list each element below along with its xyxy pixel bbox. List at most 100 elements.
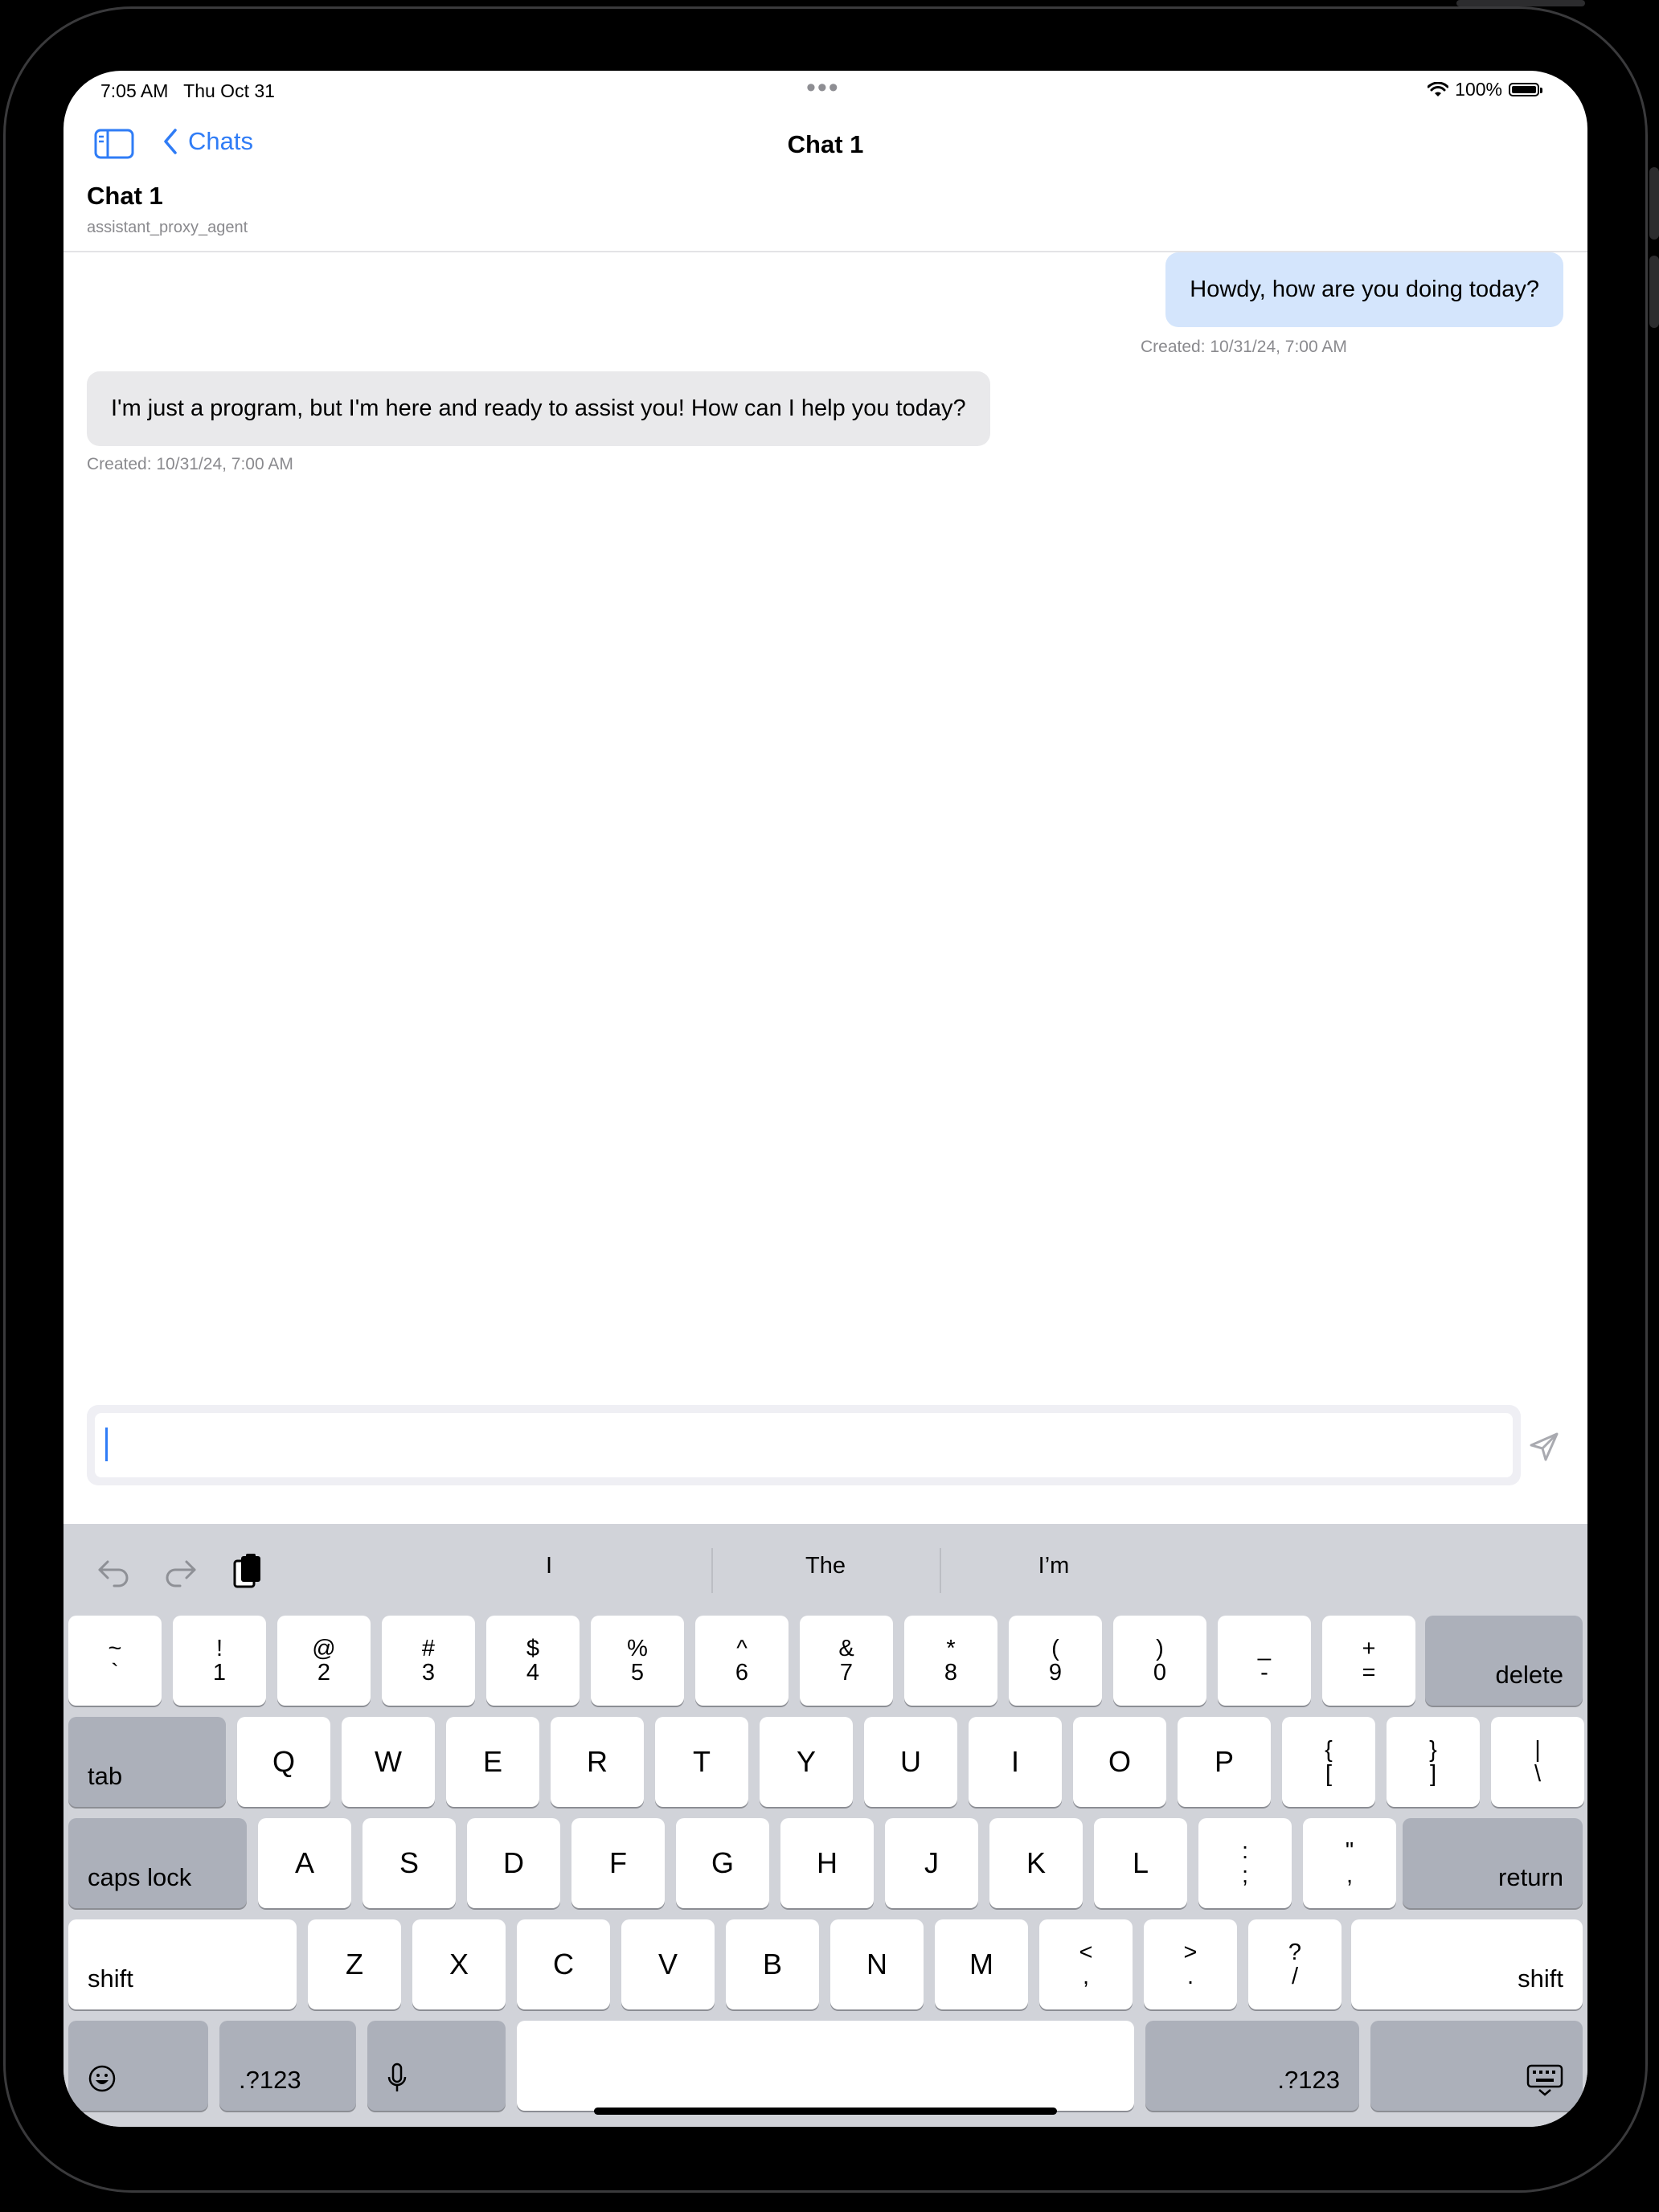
key-number-1[interactable]: ! 1 xyxy=(173,1616,266,1706)
key-letter-i[interactable]: I xyxy=(969,1717,1062,1807)
status-bar-time: 7:05 AM Thu Oct 31 xyxy=(100,80,275,102)
battery-icon xyxy=(1509,83,1542,96)
tab-key[interactable]: tab xyxy=(68,1717,226,1807)
key-letter-s[interactable]: S xyxy=(363,1818,456,1908)
numbers-key-left[interactable]: .?123 xyxy=(219,2021,356,2111)
key-number-2[interactable]: @2 xyxy=(277,1616,371,1706)
key-letter-w[interactable]: W xyxy=(342,1717,435,1807)
key-number-4[interactable]: $4 xyxy=(486,1616,580,1706)
assistant-message-bubble: I'm just a program, but I'm here and rea… xyxy=(87,371,990,446)
dismiss-keyboard-key[interactable] xyxy=(1370,2021,1583,2111)
paste-icon[interactable] xyxy=(227,1551,268,1591)
key-punct-0[interactable]: :; xyxy=(1198,1818,1292,1908)
key-label: ", xyxy=(1345,1837,1354,1887)
key-number-8[interactable]: * 8 xyxy=(904,1616,997,1706)
key-shift-symbol: " xyxy=(1345,1837,1354,1864)
key-letter-a[interactable]: A xyxy=(258,1818,351,1908)
key-number-10[interactable]: ) 0 xyxy=(1113,1616,1206,1706)
key-letter-o[interactable]: O xyxy=(1073,1717,1166,1807)
key-label: ^ 6 xyxy=(735,1636,748,1685)
key-letter-f[interactable]: F xyxy=(571,1818,665,1908)
key-number-7[interactable]: & 7 xyxy=(800,1616,893,1706)
key-letter-g[interactable]: G xyxy=(676,1818,769,1908)
key-symbol-1[interactable]: }] xyxy=(1387,1717,1480,1807)
key-label: W xyxy=(375,1745,402,1778)
key-symbol-0[interactable]: {[ xyxy=(1282,1717,1375,1807)
microphone-icon xyxy=(387,2062,407,2091)
key-base-symbol: \ xyxy=(1534,1761,1542,1787)
key-letter-c[interactable]: C xyxy=(517,1919,610,2009)
key-base-symbol: 7 xyxy=(839,1660,854,1686)
key-symbol-row4-0[interactable]: <, xyxy=(1039,1919,1133,2009)
caps-lock-key[interactable]: caps lock xyxy=(68,1818,247,1908)
key-base-symbol: 3 xyxy=(421,1660,436,1686)
multitasking-dots[interactable]: ••• xyxy=(806,72,840,104)
key-label: X xyxy=(449,1948,469,1981)
key-punct-1[interactable]: ", xyxy=(1303,1818,1396,1908)
key-letter-l[interactable]: L xyxy=(1094,1818,1187,1908)
emoji-key[interactable] xyxy=(68,2021,208,2111)
dictation-key[interactable] xyxy=(367,2021,506,2111)
send-icon[interactable] xyxy=(1528,1431,1560,1463)
key-letter-y[interactable]: Y xyxy=(760,1717,853,1807)
key-symbol-row4-1[interactable]: >. xyxy=(1144,1919,1237,2009)
key-letter-m[interactable]: M xyxy=(935,1919,1028,2009)
key-label: J xyxy=(924,1846,939,1879)
key-letter-j[interactable]: J xyxy=(885,1818,978,1908)
keyboard-dismiss-icon xyxy=(1526,2064,1563,2096)
key-letter-n[interactable]: N xyxy=(830,1919,924,2009)
software-keyboard: I The I’m ~ `! 1 @2 #3 $4% 5 ^ 6 & 7 * 8(9) 0 _ - + = dele… xyxy=(63,1524,1587,2127)
key-number-11[interactable]: _ - xyxy=(1218,1616,1311,1706)
key-letter-q[interactable]: Q xyxy=(237,1717,330,1807)
key-label: % 5 xyxy=(627,1636,648,1685)
text-caret xyxy=(105,1428,108,1461)
key-letter-e[interactable]: E xyxy=(446,1717,539,1807)
space-bar[interactable] xyxy=(517,2021,1134,2111)
key-shift-symbol: @ xyxy=(312,1635,336,1661)
key-letter-r[interactable]: R xyxy=(551,1717,644,1807)
key-number-3[interactable]: #3 xyxy=(382,1616,475,1706)
key-letter-x[interactable]: X xyxy=(412,1919,506,2009)
key-label: .?123 xyxy=(1277,2066,1340,2094)
key-letter-z[interactable]: Z xyxy=(308,1919,401,2009)
right-shift-key[interactable]: shift xyxy=(1351,1919,1583,2009)
key-shift-symbol: $ xyxy=(526,1635,540,1661)
key-letter-u[interactable]: U xyxy=(864,1717,957,1807)
key-letter-p[interactable]: P xyxy=(1178,1717,1271,1807)
delete-key[interactable]: delete xyxy=(1425,1616,1583,1706)
key-letter-v[interactable]: V xyxy=(621,1919,715,2009)
suggestion-1[interactable]: I xyxy=(436,1553,662,1579)
key-letter-b[interactable]: B xyxy=(726,1919,819,2009)
key-symbol-2[interactable]: | \ xyxy=(1491,1717,1584,1807)
key-number-0[interactable]: ~ ` xyxy=(68,1616,162,1706)
key-shift-symbol: + xyxy=(1362,1635,1376,1661)
key-letter-d[interactable]: D xyxy=(467,1818,560,1908)
key-number-5[interactable]: % 5 xyxy=(591,1616,684,1706)
suggestion-2[interactable]: The xyxy=(713,1553,938,1579)
key-shift-symbol: > xyxy=(1183,1939,1198,1965)
key-letter-t[interactable]: T xyxy=(655,1717,748,1807)
key-shift-symbol: ( xyxy=(1051,1635,1059,1661)
key-letter-k[interactable]: K xyxy=(989,1818,1083,1908)
key-letter-h[interactable]: H xyxy=(780,1818,874,1908)
suggestion-3[interactable]: I’m xyxy=(941,1553,1166,1579)
key-label: A xyxy=(294,1846,314,1879)
left-shift-key[interactable]: shift xyxy=(68,1919,297,2009)
key-shift-symbol: # xyxy=(421,1635,436,1661)
key-number-12[interactable]: + = xyxy=(1322,1616,1415,1706)
key-base-symbol: 0 xyxy=(1153,1660,1167,1686)
key-label: * 8 xyxy=(944,1636,957,1685)
key-shift-symbol: & xyxy=(838,1635,854,1661)
return-key[interactable]: return xyxy=(1403,1818,1583,1908)
numbers-key-right[interactable]: .?123 xyxy=(1145,2021,1359,2111)
key-label: B xyxy=(762,1948,782,1981)
message-input[interactable] xyxy=(95,1413,1513,1477)
key-symbol-row4-2[interactable]: ? / xyxy=(1248,1919,1342,2009)
key-number-6[interactable]: ^ 6 xyxy=(695,1616,789,1706)
key-label: <, xyxy=(1079,1940,1093,1989)
redo-icon[interactable] xyxy=(160,1551,200,1591)
key-label: V xyxy=(657,1948,678,1981)
undo-icon[interactable] xyxy=(94,1551,134,1591)
key-number-9[interactable]: (9 xyxy=(1009,1616,1102,1706)
key-label: shift xyxy=(1518,1964,1563,1993)
